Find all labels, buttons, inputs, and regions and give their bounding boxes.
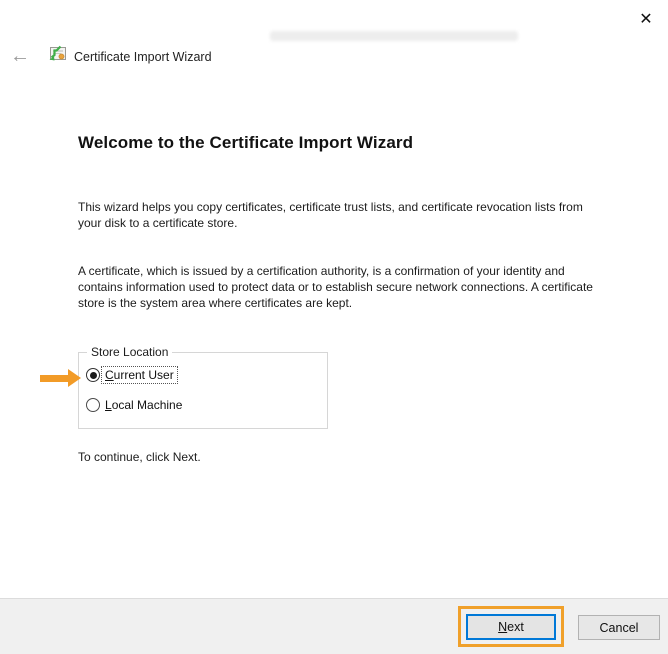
radio-local-machine[interactable]: Local Machine xyxy=(86,397,185,413)
footer-bar xyxy=(0,599,668,654)
next-button[interactable]: Next xyxy=(466,614,556,640)
store-location-legend: Store Location xyxy=(87,345,173,359)
description-paragraph: A certificate, which is issued by a cert… xyxy=(78,264,593,311)
cancel-button-label: Cancel xyxy=(599,620,639,635)
next-button-label: Next xyxy=(498,620,524,634)
radio-button-icon-selected[interactable] xyxy=(86,368,100,382)
artifact-smudge-top xyxy=(270,31,518,41)
radio-current-user[interactable]: Current User xyxy=(86,366,178,384)
intro-paragraph: This wizard helps you copy certificates,… xyxy=(78,200,583,231)
certificate-wizard-icon xyxy=(48,44,68,64)
radio-local-machine-label: Local Machine xyxy=(105,398,183,412)
continue-hint: To continue, click Next. xyxy=(78,450,201,464)
radio-button-icon-unselected[interactable] xyxy=(86,398,100,412)
back-arrow-icon[interactable]: ← xyxy=(8,44,32,68)
annotation-arrow-head-icon xyxy=(68,369,81,387)
cancel-button[interactable]: Cancel xyxy=(578,615,660,640)
page-title: Welcome to the Certificate Import Wizard xyxy=(78,133,414,152)
radio-current-user-label: Current User xyxy=(101,366,178,384)
wizard-title: Certificate Import Wizard xyxy=(74,50,212,64)
close-icon[interactable]: ✕ xyxy=(634,8,658,32)
store-location-groupbox: Store Location Current User Local Machin… xyxy=(78,345,328,429)
annotation-arrow-icon xyxy=(40,375,68,382)
